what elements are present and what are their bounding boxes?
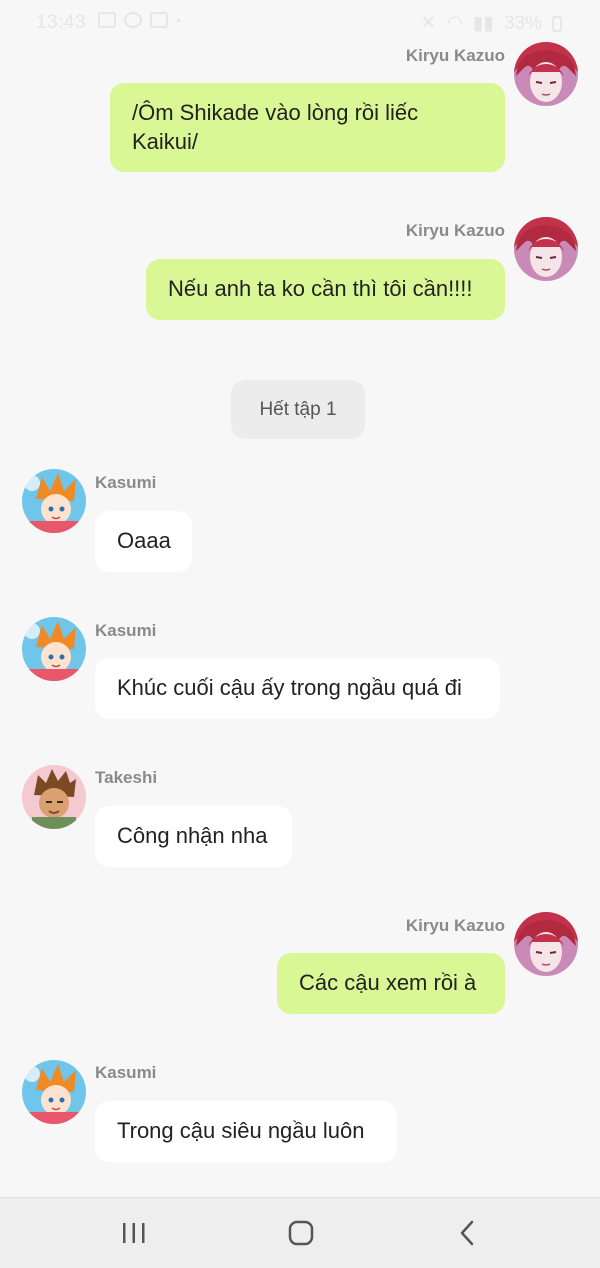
messenger-notification-icon <box>124 12 142 28</box>
avatar-kasumi[interactable] <box>22 469 86 533</box>
message-bubble[interactable]: Nếu anh ta ko cần thì tôi cần!!!! <box>146 259 505 320</box>
notification-icons: • <box>98 12 181 28</box>
back-button[interactable] <box>428 1198 508 1268</box>
status-time: 13:43 <box>36 12 87 33</box>
system-message: Hết tập 1 <box>231 380 365 439</box>
avatar-kasumi[interactable] <box>22 617 86 681</box>
sender-name: Kiryu Kazuo <box>405 221 505 240</box>
sender-name: Takeshi <box>95 768 158 787</box>
message-bubble[interactable]: Trong cậu siêu ngầu luôn <box>95 1101 397 1162</box>
gallery-notification-icon <box>98 12 116 28</box>
message-bubble[interactable]: /Ôm Shikade vào lòng rồi liếc Kaikui/ <box>110 83 505 172</box>
recent-apps-button[interactable] <box>94 1198 174 1268</box>
avatar-kiryu-kazuo[interactable] <box>514 42 578 106</box>
message-text-line: Trong cậu siêu ngầu luôn <box>117 1118 365 1143</box>
message-text-line: Công nhận nha <box>117 823 268 848</box>
avatar-takeshi[interactable] <box>22 765 86 829</box>
message-text-line: Oaaa <box>117 528 171 553</box>
sender-name: Kasumi <box>95 621 157 640</box>
message-text-line: Nếu anh ta ko cần thì tôi cần!!!! <box>168 276 473 301</box>
wifi-icon: ◠ <box>446 13 464 34</box>
message-bubble[interactable]: Công nhận nha <box>95 806 292 867</box>
home-icon <box>288 1220 314 1246</box>
avatar-kasumi[interactable] <box>22 1060 86 1124</box>
battery-icon <box>552 15 562 32</box>
sender-name: Kasumi <box>95 1063 157 1082</box>
recent-apps-icon <box>123 1223 145 1243</box>
system-indicators: ✕ ◠ ▮▮ 33% <box>421 12 562 35</box>
sender-name: Kasumi <box>95 473 157 492</box>
mute-icon: ✕ <box>420 13 437 34</box>
navigation-bar <box>0 1197 600 1268</box>
app-notification-icon <box>150 12 168 28</box>
sender-name: Kiryu Kazuo <box>405 46 505 65</box>
signal-icon: ▮▮ <box>473 13 494 34</box>
avatar-kiryu-kazuo[interactable] <box>514 217 578 281</box>
back-icon <box>460 1220 474 1246</box>
message-bubble[interactable]: Oaaa <box>95 511 192 572</box>
home-button[interactable] <box>261 1198 341 1268</box>
message-text-line: Các cậu xem rồi à <box>299 970 477 995</box>
message-bubble[interactable]: Khúc cuối cậu ấy trong ngầu quá đi <box>95 658 500 719</box>
status-bar: 13:43 • ✕ ◠ ▮▮ 33% <box>0 0 600 44</box>
message-text-line: /Ôm Shikade vào lòng rồi liếc <box>132 100 419 125</box>
message-text-line: Khúc cuối cậu ấy trong ngầu quá đi <box>117 675 462 700</box>
message-bubble[interactable]: Các cậu xem rồi à <box>277 953 505 1014</box>
avatar-kiryu-kazuo[interactable] <box>514 912 578 976</box>
battery-percent: 33% <box>503 12 542 34</box>
sender-name: Kiryu Kazuo <box>405 916 505 935</box>
message-text-line: Kaikui/ <box>132 129 199 154</box>
more-notifications-icon: • <box>176 12 181 28</box>
